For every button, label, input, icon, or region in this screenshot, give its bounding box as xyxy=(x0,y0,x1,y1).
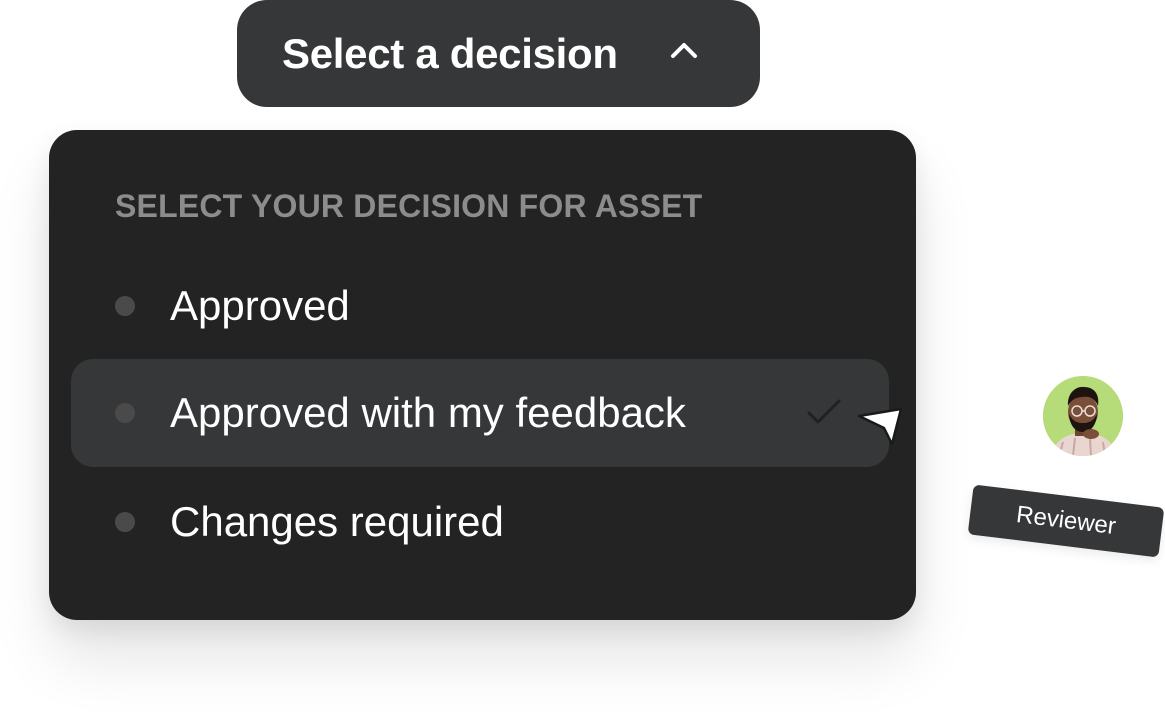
status-dot-icon xyxy=(115,403,135,423)
select-decision-button[interactable]: Select a decision xyxy=(237,0,760,107)
decision-menu: SELECT YOUR DECISION FOR ASSET Approved … xyxy=(49,130,916,620)
option-label: Approved with my feedback xyxy=(170,389,686,436)
menu-heading: SELECT YOUR DECISION FOR ASSET xyxy=(115,188,703,224)
checkmark-icon xyxy=(806,397,842,427)
status-dot-icon xyxy=(115,296,135,316)
status-dot-icon xyxy=(115,512,135,532)
option-approved[interactable]: Approved xyxy=(71,252,889,360)
decision-dropdown-scene: Select a decision SELECT YOUR DECISION F… xyxy=(0,0,1165,714)
chevron-up-icon xyxy=(669,40,699,60)
reviewer-tag-label: Reviewer xyxy=(1014,501,1118,540)
mouse-cursor-icon xyxy=(856,406,904,446)
option-changes-required[interactable]: Changes required xyxy=(71,468,889,576)
reviewer-tag: Reviewer xyxy=(967,484,1165,558)
option-label: Approved xyxy=(170,282,350,329)
reviewer-avatar xyxy=(1043,376,1123,456)
option-approved-with-feedback[interactable]: Approved with my feedback xyxy=(71,359,889,467)
option-label: Changes required xyxy=(170,498,504,545)
select-decision-label: Select a decision xyxy=(282,29,618,77)
